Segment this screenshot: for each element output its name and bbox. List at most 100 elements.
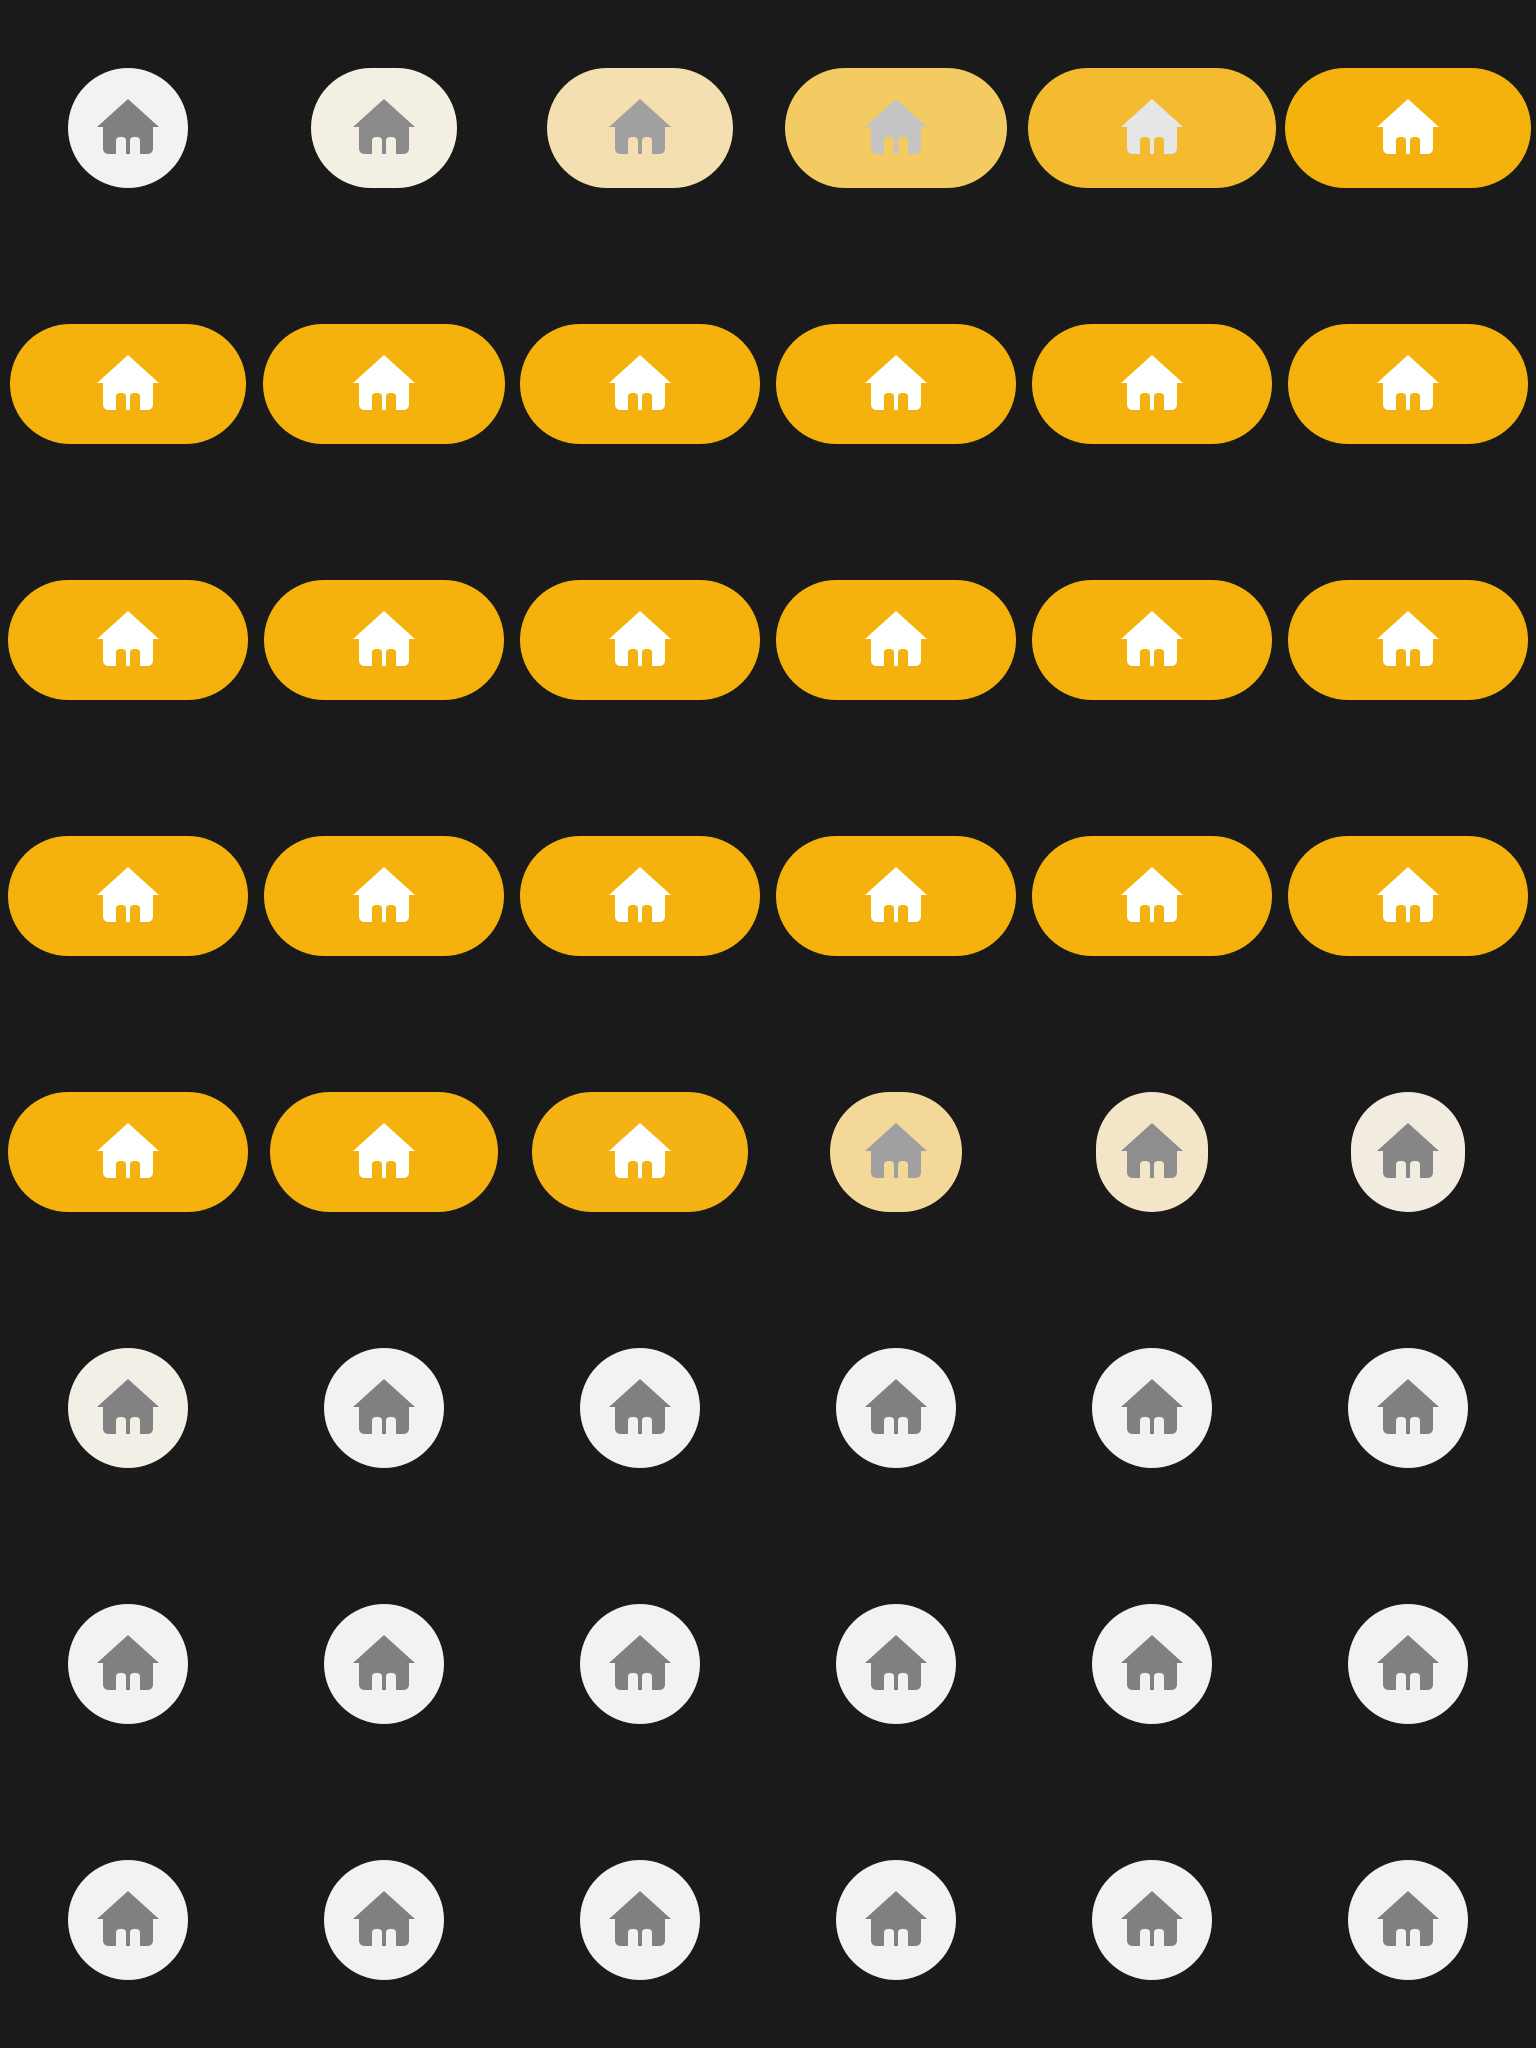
home-icon: [1377, 867, 1439, 922]
home-button[interactable]: [1032, 324, 1272, 444]
button-row: [0, 68, 1536, 188]
home-icon: [609, 355, 671, 410]
home-button[interactable]: [580, 1604, 700, 1724]
home-icon: [97, 99, 159, 154]
button-cell: [1024, 1092, 1280, 1212]
button-cell: [0, 1860, 256, 1980]
button-cell: [512, 1860, 768, 1980]
button-cell: [0, 836, 256, 956]
button-cell: [256, 1604, 512, 1724]
home-button[interactable]: [1288, 836, 1528, 956]
button-cell: [0, 324, 256, 444]
button-cell: [1024, 836, 1280, 956]
home-button[interactable]: [324, 1348, 444, 1468]
button-cell: [768, 1348, 1024, 1468]
home-button[interactable]: [1348, 1604, 1468, 1724]
button-row: [0, 1604, 1536, 1724]
home-icon: [609, 611, 671, 666]
button-row: [0, 1348, 1536, 1468]
button-cell: [256, 324, 512, 444]
home-icon: [609, 1379, 671, 1434]
home-button[interactable]: [1288, 580, 1528, 700]
home-button[interactable]: [324, 1604, 444, 1724]
home-button[interactable]: [1096, 1092, 1208, 1212]
home-button[interactable]: [836, 1860, 956, 1980]
home-button[interactable]: [776, 580, 1016, 700]
home-button[interactable]: [830, 1092, 962, 1212]
home-icon: [865, 355, 927, 410]
button-row: [0, 1092, 1536, 1212]
home-button[interactable]: [311, 68, 457, 188]
home-button[interactable]: [776, 836, 1016, 956]
button-cell: [512, 836, 768, 956]
home-icon: [609, 1123, 671, 1178]
home-button[interactable]: [1028, 68, 1276, 188]
home-icon: [1377, 99, 1439, 154]
button-cell: [1280, 1092, 1536, 1212]
button-cell: [1024, 324, 1280, 444]
button-cell: [1024, 1860, 1280, 1980]
home-icon: [97, 611, 159, 666]
home-button[interactable]: [263, 324, 505, 444]
home-button[interactable]: [264, 836, 504, 956]
home-icon: [865, 1635, 927, 1690]
button-cell: [256, 68, 512, 188]
home-button[interactable]: [1092, 1604, 1212, 1724]
home-button[interactable]: [580, 1860, 700, 1980]
home-button[interactable]: [68, 1348, 188, 1468]
home-button[interactable]: [68, 68, 188, 188]
home-icon: [97, 1891, 159, 1946]
home-icon: [1377, 1379, 1439, 1434]
home-button[interactable]: [836, 1604, 956, 1724]
home-button[interactable]: [270, 1092, 498, 1212]
home-icon: [353, 867, 415, 922]
home-button[interactable]: [8, 836, 248, 956]
home-button[interactable]: [580, 1348, 700, 1468]
home-button[interactable]: [1348, 1348, 1468, 1468]
home-button[interactable]: [520, 324, 760, 444]
button-cell: [512, 1092, 768, 1212]
button-cell: [0, 1604, 256, 1724]
home-button[interactable]: [1032, 836, 1272, 956]
home-icon: [1121, 355, 1183, 410]
home-button[interactable]: [1288, 324, 1528, 444]
home-icon: [1377, 1123, 1439, 1178]
home-button[interactable]: [785, 68, 1007, 188]
home-button[interactable]: [776, 324, 1016, 444]
button-cell: [768, 836, 1024, 956]
button-cell: [1280, 68, 1536, 188]
home-button[interactable]: [1032, 580, 1272, 700]
button-cell: [1024, 1604, 1280, 1724]
home-button[interactable]: [8, 580, 248, 700]
home-button[interactable]: [8, 1092, 248, 1212]
home-button[interactable]: [324, 1860, 444, 1980]
home-button[interactable]: [1351, 1092, 1465, 1212]
button-row: [0, 324, 1536, 444]
button-cell: [0, 580, 256, 700]
home-button[interactable]: [68, 1604, 188, 1724]
home-button[interactable]: [264, 580, 504, 700]
button-cell: [768, 324, 1024, 444]
button-cell: [768, 1604, 1024, 1724]
home-button[interactable]: [68, 1860, 188, 1980]
home-button[interactable]: [520, 580, 760, 700]
home-button[interactable]: [547, 68, 733, 188]
button-row: [0, 836, 1536, 956]
home-button[interactable]: [1348, 1860, 1468, 1980]
home-button[interactable]: [1092, 1348, 1212, 1468]
home-icon: [353, 1123, 415, 1178]
home-icon: [97, 1123, 159, 1178]
home-button[interactable]: [1285, 68, 1531, 188]
home-button[interactable]: [520, 836, 760, 956]
home-button[interactable]: [10, 324, 246, 444]
home-button[interactable]: [836, 1348, 956, 1468]
home-icon: [353, 355, 415, 410]
button-row: [0, 1860, 1536, 1980]
home-icon: [609, 99, 671, 154]
button-cell: [768, 580, 1024, 700]
home-button[interactable]: [532, 1092, 748, 1212]
home-button[interactable]: [1092, 1860, 1212, 1980]
home-icon: [1121, 867, 1183, 922]
home-icon: [353, 611, 415, 666]
button-cell: [0, 1092, 256, 1212]
